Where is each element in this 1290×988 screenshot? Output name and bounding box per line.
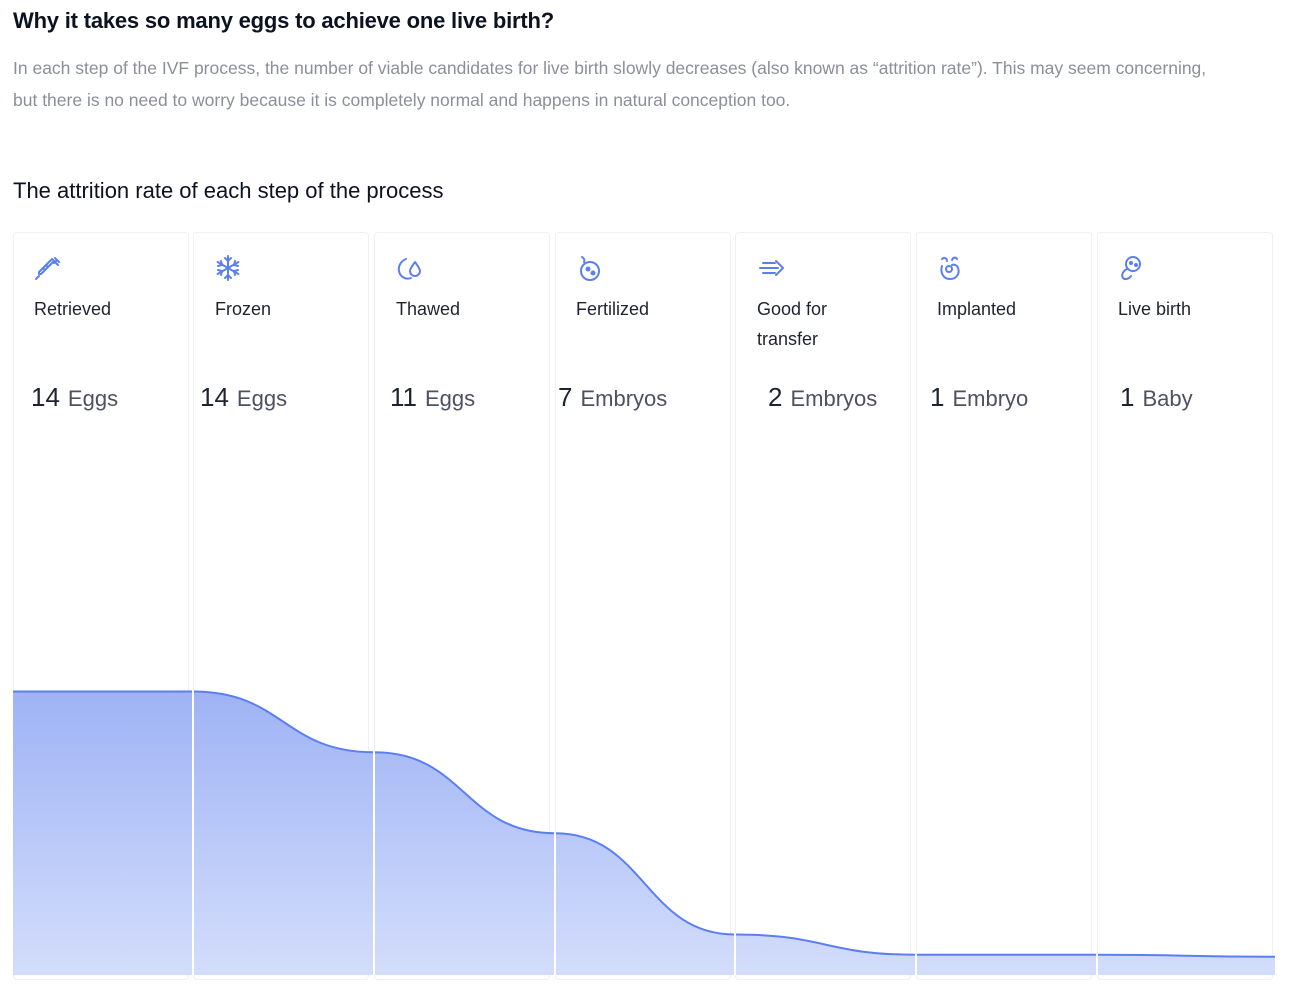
step-count: 2 Embryos (768, 382, 877, 413)
step-count-value: 14 (200, 382, 229, 412)
step-count-value: 2 (768, 382, 783, 412)
thaw-droplet-icon (393, 252, 425, 284)
step-label: Retrieved (34, 299, 112, 319)
baby-icon (1115, 252, 1147, 284)
step-count-unit: Eggs (67, 386, 119, 411)
step-count-unit: Embryos (580, 386, 668, 411)
step-count: 1 Embryo (930, 382, 1028, 413)
step-column (374, 232, 550, 980)
step-label: Frozen (215, 299, 272, 319)
step-count: 14 Eggs (31, 382, 118, 413)
step-count-value: 7 (558, 382, 573, 412)
step-label: Good for transfer (757, 299, 828, 349)
step-label: Thawed (396, 299, 461, 319)
fertilized-egg-icon (573, 252, 605, 284)
step-count-unit: Baby (1142, 386, 1193, 411)
step-count-value: 1 (930, 382, 945, 412)
step-count: 11 Eggs (390, 382, 475, 413)
attrition-chart: Retrieved 14 Eggs Frozen 14 Eggs Thawed 11 Eggs F… (0, 0, 1290, 988)
step-count-unit: Eggs (425, 386, 476, 411)
step-count-unit: Eggs (236, 386, 288, 411)
step-count: 14 Eggs (200, 382, 287, 413)
transfer-arrow-icon (754, 252, 786, 284)
step-label: Implanted (937, 299, 1017, 319)
step-count-value: 1 (1120, 382, 1135, 412)
step-column (1097, 232, 1273, 980)
step-column (555, 232, 731, 980)
implant-icon (934, 252, 966, 284)
step-column (193, 232, 369, 980)
step-count: 7 Embryos (558, 382, 667, 413)
step-count-unit: Embryos (790, 386, 878, 411)
step-label: Fertilized (576, 299, 650, 319)
step-column (916, 232, 1092, 980)
step-count: 1 Baby (1120, 382, 1193, 413)
step-count-unit: Embryo (952, 386, 1029, 411)
snowflake-icon (212, 252, 244, 284)
step-label: Live birth (1118, 299, 1192, 319)
step-count-value: 11 (390, 382, 417, 412)
step-column (13, 232, 189, 980)
syringe-icon (31, 252, 63, 284)
step-count-value: 14 (31, 382, 60, 412)
